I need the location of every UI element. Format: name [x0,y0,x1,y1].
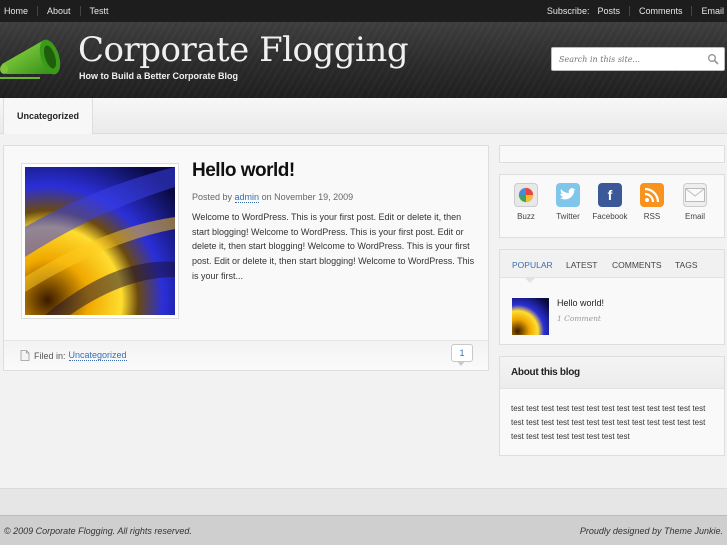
post-date: November 19, 2009 [274,192,354,202]
comment-count-bubble[interactable]: 1 [451,344,473,366]
post-excerpt: Welcome to WordPress. This is your first… [192,212,475,281]
social-label: RSS [643,212,661,221]
subscribe-posts-link[interactable]: Posts [597,6,620,16]
social-rss[interactable]: RSS [630,183,674,221]
category-nav: Uncategorized [0,98,727,134]
divider [691,6,693,16]
tab-comments[interactable]: COMMENTS [612,260,662,270]
designer-credit[interactable]: Proudly designed by Theme Junkie. [580,526,723,536]
tab-popular[interactable]: POPULAR [512,260,553,270]
top-link-home[interactable]: Home [4,6,28,16]
site-title[interactable]: Corporate Flogging [78,30,409,70]
site-tagline: How to Build a Better Corporate Blog [79,71,239,81]
social-label: Buzz [517,212,535,221]
facebook-icon: f [598,183,622,207]
meta-posted-by: Posted by [192,192,233,202]
widget-tabs: POPULAR LATEST COMMENTS TAGS [500,250,724,283]
filed-in-label: Filed in: [34,350,66,361]
tab-tags[interactable]: TAGS [675,260,698,270]
post-card: Hello world! Posted by admin on November… [3,145,489,371]
post-footer: Filed in: Uncategorized 1 [4,340,488,370]
social-facebook[interactable]: f Facebook [588,183,632,221]
popular-post-comments: 1 Comment [557,314,601,323]
top-link-testt[interactable]: Testt [90,6,109,16]
about-text: test test test test test test test test … [511,404,706,441]
site-header: Corporate Flogging How to Build a Better… [0,22,727,98]
top-nav-left: Home About Testt [4,0,109,22]
author-link[interactable]: admin [234,192,260,203]
site-footer: © 2009 Corporate Flogging. All rights re… [0,515,727,545]
divider [37,6,39,16]
active-tab-pointer [524,277,536,283]
tab-latest[interactable]: LATEST [566,260,598,270]
sidebar-banner [499,145,725,163]
popular-post-thumbnail[interactable] [512,298,549,335]
social-label: Facebook [592,212,628,221]
nav-item-uncategorized[interactable]: Uncategorized [3,98,93,134]
envelope-icon [683,183,707,207]
subscribe-label: Subscribe: [546,6,590,16]
divider [628,6,630,16]
copyright-text: © 2009 Corporate Flogging. All rights re… [4,526,192,536]
google-buzz-icon [514,183,538,207]
search-input[interactable] [552,48,700,70]
social-label: Twitter [556,212,580,221]
category-link[interactable]: Uncategorized [68,350,127,361]
twitter-bird-icon [556,183,580,207]
top-link-about[interactable]: About [47,6,71,16]
tabbed-widget: POPULAR LATEST COMMENTS TAGS Hello world… [499,249,725,345]
megaphone-logo-icon[interactable] [0,34,72,84]
divider [79,6,81,16]
social-buzz[interactable]: Buzz [504,183,548,221]
about-heading: About this blog [511,367,580,378]
rss-icon [640,183,664,207]
subscribe-links: Subscribe: Posts Comments Email [547,0,724,22]
post-meta: Posted by admin on November 19, 2009 [192,192,354,203]
bottom-band [0,488,727,515]
about-header: About this blog [500,357,724,389]
subscribe-comments-link[interactable]: Comments [639,6,683,16]
subscribe-email-link[interactable]: Email [701,6,724,16]
document-icon [20,350,30,361]
social-twitter[interactable]: Twitter [546,183,590,221]
search-box [551,47,725,71]
search-icon[interactable] [707,53,719,65]
post-thumbnail[interactable] [21,163,179,319]
post-thumbnail-image [25,167,175,315]
post-title[interactable]: Hello world! [192,160,295,182]
meta-on: on [261,192,272,202]
about-widget: About this blog test test test test test… [499,356,725,456]
social-email[interactable]: Email [673,183,717,221]
filed-in: Filed in: Uncategorized [20,350,127,361]
top-bar: Home About Testt Subscribe: Posts Commen… [0,0,727,22]
popular-post-title[interactable]: Hello world! [557,298,604,308]
social-links: Buzz Twitter f Facebook RSS Email [499,174,725,238]
social-label: Email [684,212,705,221]
